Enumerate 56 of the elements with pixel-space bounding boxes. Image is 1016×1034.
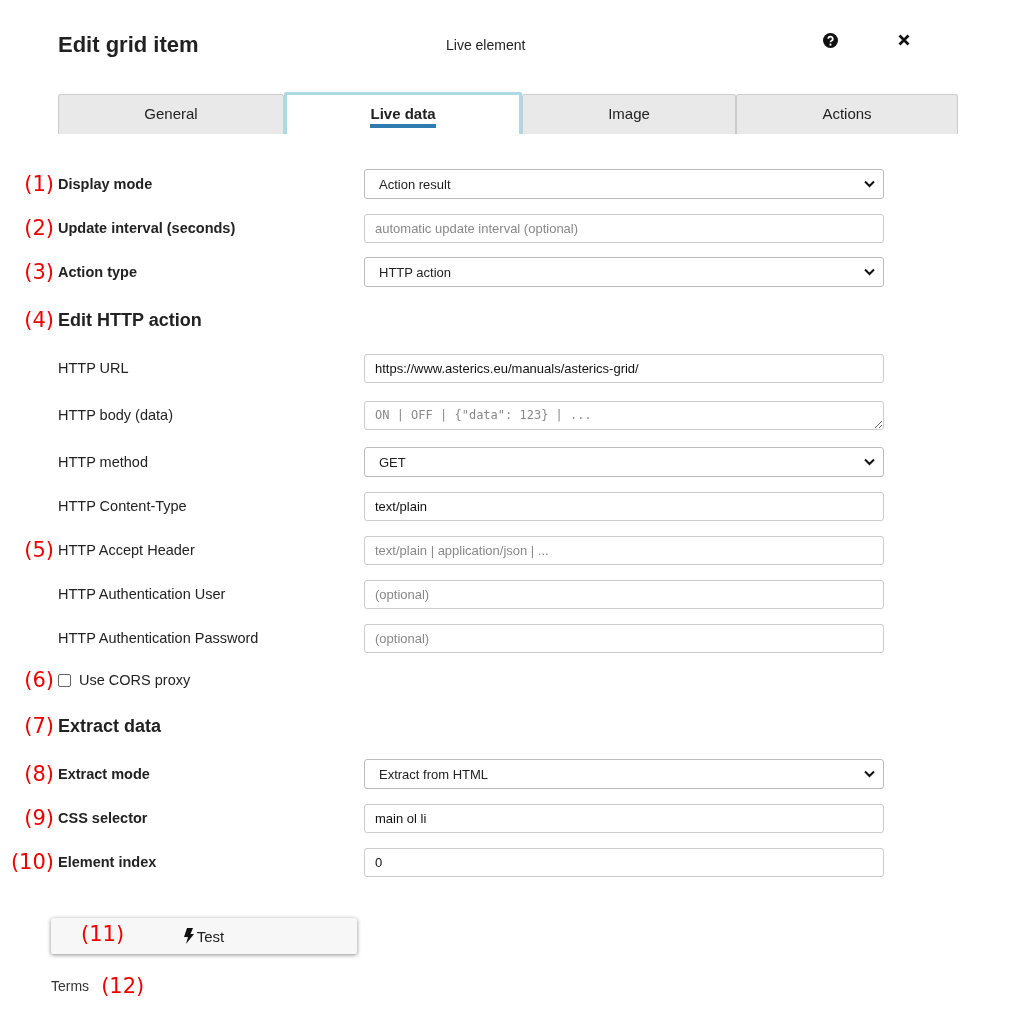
section-heading: Edit HTTP action (58, 309, 203, 331)
annotation-marker: (7) (23, 714, 55, 738)
field-label: HTTP body (data) (58, 407, 173, 423)
input-field[interactable]: 0 (364, 847, 884, 877)
dialog-title: Edit grid item (58, 32, 200, 58)
lightning-bolt-icon (183, 928, 194, 944)
dropdown[interactable]: Extract from HTML (364, 759, 884, 789)
annotation-marker: (3) (23, 260, 55, 284)
field-label: HTTP Authentication Password (58, 630, 259, 646)
field-label: CSS selector (58, 810, 148, 826)
tab[interactable]: Actions (736, 94, 958, 134)
checkbox-label: Use CORS proxy (79, 672, 191, 688)
text-area[interactable]: ON | OFF | {"data": 123} | ... (364, 400, 884, 430)
dropdown[interactable]: GET (364, 447, 884, 477)
annotation-marker: (2) (23, 216, 55, 240)
tab[interactable]: Live data (284, 92, 522, 134)
chevron-down-icon (864, 268, 875, 276)
annotation-marker: (10) (9, 850, 55, 874)
tab[interactable]: General (58, 94, 284, 134)
field-label: Action type (58, 264, 137, 280)
chevron-down-icon (864, 180, 875, 188)
chevron-down-icon (864, 770, 875, 778)
annotation-marker: (1) (23, 172, 55, 196)
field-label: HTTP Accept Header (58, 542, 195, 558)
annotation-marker: (12) (101, 974, 146, 998)
input-field[interactable]: automatic update interval (optional) (364, 213, 884, 243)
dropdown[interactable]: HTTP action (364, 257, 884, 287)
input-field[interactable]: text/plain (364, 491, 884, 521)
input-field[interactable]: https://www.asterics.eu/manuals/asterics-grid/ (364, 353, 884, 383)
dropdown[interactable]: Action result (364, 169, 884, 199)
close-icon[interactable] (898, 34, 910, 46)
field-label: Update interval (seconds) (58, 220, 236, 236)
input-field[interactable]: main ol li (364, 803, 884, 833)
annotation-marker: (11) (81, 922, 125, 946)
input-field[interactable]: text/plain | application/json | ... (364, 535, 884, 565)
field-label: HTTP Authentication User (58, 586, 226, 602)
terms-link[interactable]: Terms (51, 978, 90, 994)
annotation-marker: (4) (23, 308, 55, 332)
help-icon[interactable] (823, 32, 838, 48)
chevron-down-icon (864, 458, 875, 466)
tab[interactable]: Image (522, 94, 736, 134)
field-label: Element index (58, 854, 157, 870)
input-field[interactable]: (optional) (364, 579, 884, 609)
annotation-marker: (8) (23, 762, 55, 786)
annotation-marker: (6) (23, 668, 55, 692)
field-label: Extract mode (58, 766, 150, 782)
field-label: HTTP method (58, 454, 148, 470)
dialog-subtitle: Live element (446, 37, 527, 53)
input-field[interactable]: (optional) (364, 623, 884, 653)
field-label: Display mode (58, 176, 153, 192)
checkbox[interactable] (58, 673, 71, 687)
field-label: HTTP URL (58, 360, 129, 376)
annotation-marker: (9) (23, 806, 55, 830)
field-label: HTTP Content-Type (58, 498, 187, 514)
annotation-marker: (5) (23, 538, 55, 562)
section-heading: Extract data (58, 715, 163, 737)
